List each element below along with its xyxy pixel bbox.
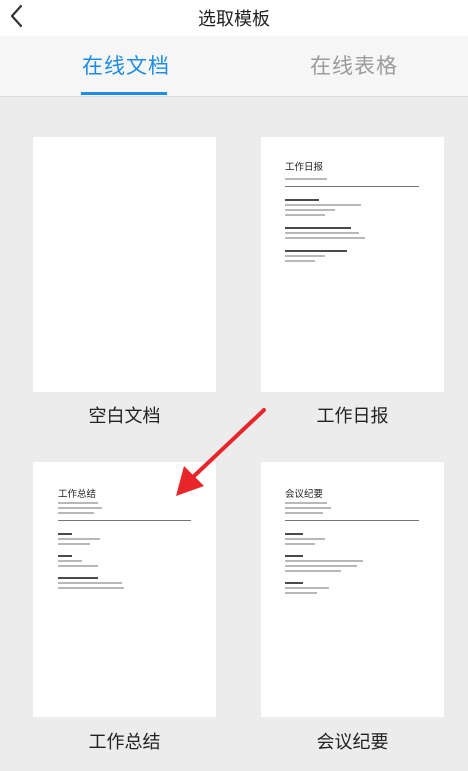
template-card-daily-report[interactable]: 工作日报	[261, 137, 444, 392]
preview-text-line	[58, 560, 82, 562]
preview-text-line	[285, 260, 315, 262]
preview-text-line	[58, 565, 98, 567]
tab-bar: 在线文档 在线表格	[0, 36, 468, 97]
preview-text-line	[285, 538, 325, 540]
preview-text-line	[58, 543, 90, 545]
preview-text-line	[58, 502, 98, 504]
preview-text-line	[58, 538, 100, 540]
preview-text-line	[58, 512, 94, 514]
red-arrow-icon	[176, 408, 266, 496]
template-card-blank[interactable]	[33, 137, 216, 392]
preview-text-line	[58, 507, 102, 509]
preview-heading-line	[285, 199, 319, 201]
active-tab-indicator	[81, 92, 167, 95]
preview-text-line	[285, 592, 317, 594]
preview-text-line	[285, 209, 335, 211]
preview-text-line	[58, 587, 124, 589]
preview-title: 会议纪要	[285, 489, 324, 500]
preview-text-line	[58, 582, 122, 584]
preview-divider	[58, 520, 191, 521]
preview-title: 工作日报	[285, 162, 324, 173]
preview-text-line	[285, 178, 327, 180]
preview-text-line	[285, 512, 323, 514]
template-label-work-summary: 工作总结	[88, 732, 161, 753]
preview-text-line	[285, 255, 325, 257]
preview-heading-line	[285, 555, 303, 557]
template-label-meeting-minutes: 会议纪要	[316, 732, 389, 753]
preview-heading-line	[285, 250, 347, 252]
preview-text-line	[285, 232, 359, 234]
preview-heading-line	[285, 533, 303, 535]
tab-online-sheets[interactable]: 在线表格	[310, 50, 398, 80]
preview-text-line	[285, 587, 329, 589]
preview-heading-line	[285, 582, 303, 584]
preview-heading-line	[58, 533, 72, 535]
preview-heading-line	[58, 577, 98, 579]
template-card-meeting-minutes[interactable]: 会议纪要	[261, 462, 444, 717]
template-label-daily-report: 工作日报	[316, 406, 389, 427]
preview-text-line	[285, 502, 327, 504]
preview-text-line	[285, 507, 331, 509]
preview-text-line	[285, 570, 341, 572]
preview-text-line	[285, 560, 363, 562]
preview-text-line	[285, 565, 357, 567]
preview-text-line	[285, 543, 315, 545]
top-bar: 选取模板	[0, 0, 468, 36]
preview-heading-line	[285, 227, 351, 229]
preview-divider	[285, 520, 419, 521]
preview-heading-line	[58, 555, 72, 557]
page-title: 选取模板	[198, 9, 270, 30]
preview-text-line	[285, 237, 365, 239]
tab-online-docs[interactable]: 在线文档	[82, 50, 170, 80]
preview-divider	[285, 186, 419, 187]
preview-title: 工作总结	[58, 489, 97, 500]
preview-text-line	[285, 204, 361, 206]
preview-text-line	[285, 214, 325, 216]
